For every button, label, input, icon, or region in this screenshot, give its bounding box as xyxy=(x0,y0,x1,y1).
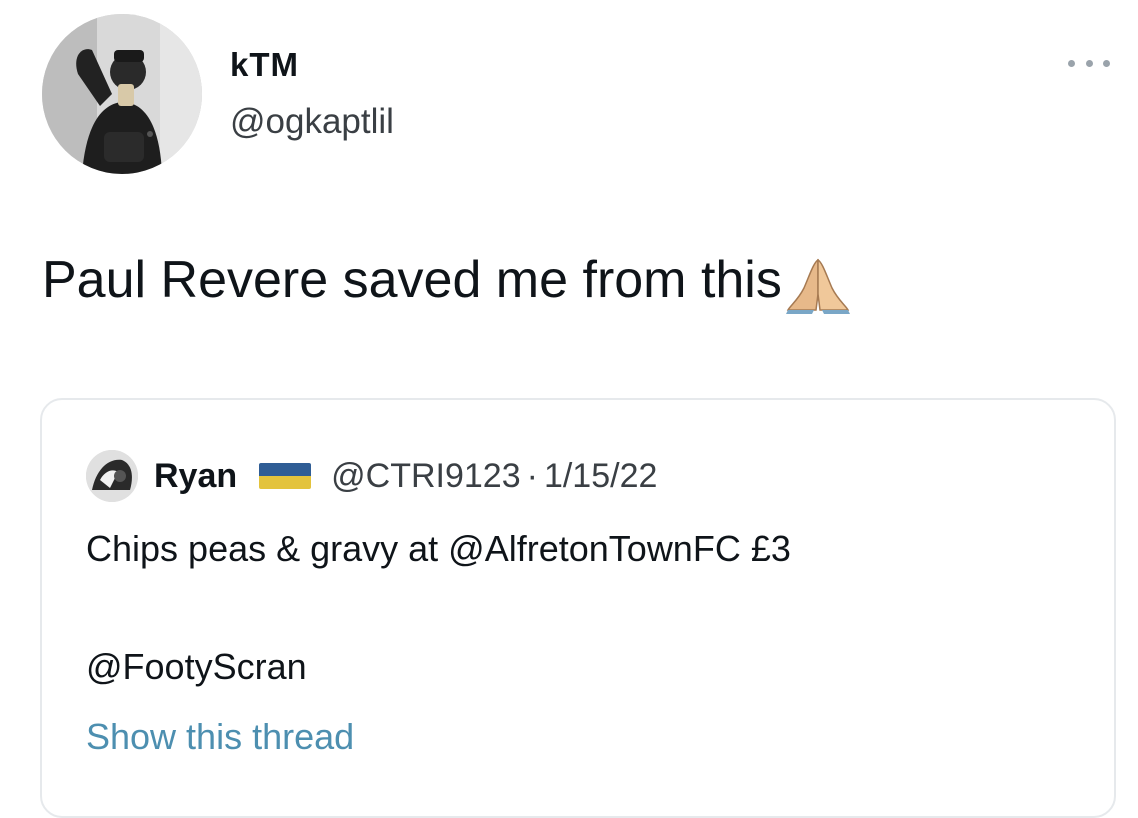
tweet-text-content: Paul Revere saved me from this xyxy=(42,251,782,309)
avatar-photo xyxy=(42,14,202,174)
folded-hands-emoji-icon xyxy=(784,254,852,314)
ukraine-flag-icon xyxy=(259,463,312,489)
tweet-text: Paul Revere saved me from this xyxy=(42,250,852,314)
quoted-tweet-header: Ryan @CTRI9123 · 1/15/22 xyxy=(154,450,657,502)
quoted-tweet-text-line: Chips peas & gravy at @AlfretonTownFC £3 xyxy=(86,528,791,569)
quoted-tweet-card[interactable]: Ryan @CTRI9123 · 1/15/22 Chips peas & gr… xyxy=(40,398,1116,818)
more-horizontal-icon xyxy=(1068,59,1075,67)
quoted-display-name[interactable]: Ryan xyxy=(154,457,237,496)
show-thread-link[interactable]: Show this thread xyxy=(86,716,354,758)
quoted-user-handle[interactable]: @CTRI9123 xyxy=(331,457,520,496)
more-horizontal-icon xyxy=(1085,59,1093,67)
user-avatar[interactable] xyxy=(42,14,202,174)
more-horizontal-icon xyxy=(1103,59,1110,67)
header-separator: · xyxy=(526,456,538,495)
tweet: kTM @ogkaptlil Paul Revere saved me from… xyxy=(0,0,1138,818)
more-options-button[interactable] xyxy=(1068,48,1110,78)
quoted-user-avatar[interactable] xyxy=(86,450,138,502)
user-handle[interactable]: @ogkaptlil xyxy=(230,102,394,142)
display-name[interactable]: kTM xyxy=(230,46,299,84)
quoted-avatar-photo xyxy=(86,450,138,502)
quoted-tweet-date[interactable]: 1/15/22 xyxy=(544,457,657,496)
quoted-tweet-mention[interactable]: @FootyScran xyxy=(86,646,307,688)
